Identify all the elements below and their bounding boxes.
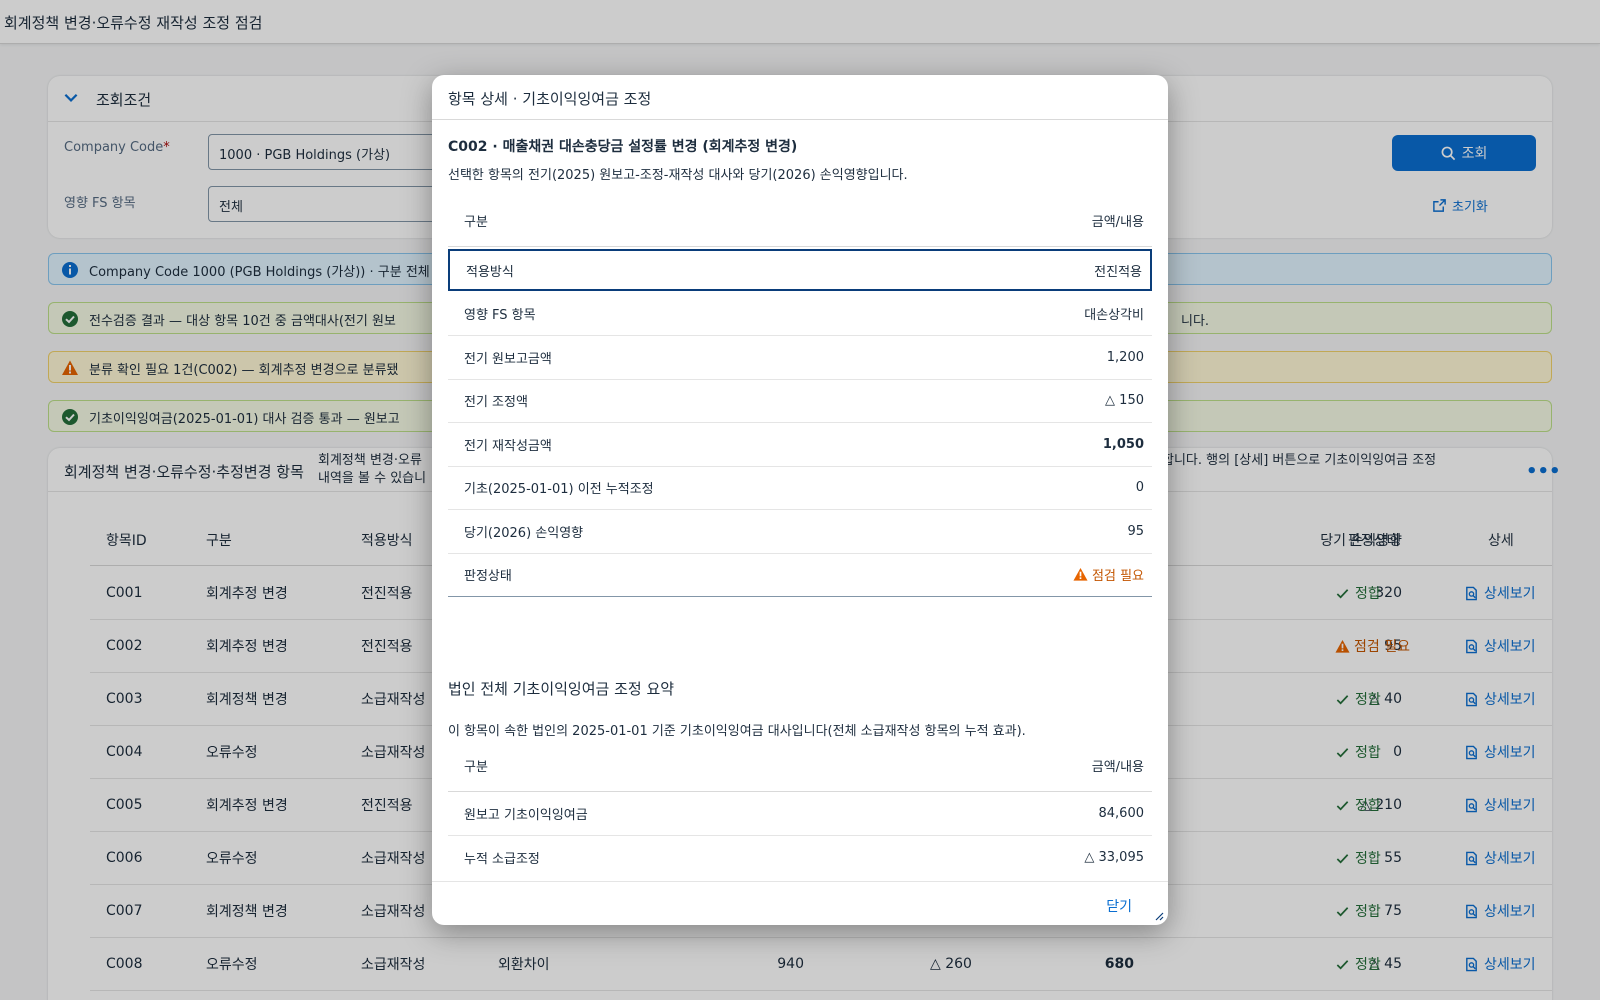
detail-dialog: 항목 상세 · 기초이익잉여금 조정 C002 · 매출채권 대손충당금 설정률… [432, 75, 1168, 925]
detail-value: 0 [1135, 480, 1144, 495]
detail-label: 전기 재작성금액 [464, 438, 552, 454]
item-description: 선택한 항목의 전기(2025) 원보고-조정-재작성 대사와 당기(2026)… [448, 168, 908, 183]
detail-row[interactable]: 기초(2025-01-01) 이전 누적조정 0 [448, 466, 1152, 510]
summary-label: 누적 소급조정 [464, 851, 540, 867]
detail-row[interactable]: 판정상태 점검 필요 [448, 553, 1152, 597]
detail-value-status: 점검 필요 [1073, 553, 1144, 596]
detail-row[interactable]: 전기 원보고금액 1,200 [448, 336, 1152, 380]
detail-value: 1,050 [1102, 436, 1144, 452]
dialog-footer: 닫기 [432, 881, 1168, 925]
detail-value: 전진적용 [1094, 264, 1142, 280]
detail-label: 전기 원보고금액 [464, 351, 552, 367]
detail-value: △ 150 [1105, 393, 1144, 408]
detail-row[interactable]: 전기 재작성금액 1,050 [448, 423, 1152, 467]
warning-icon [1073, 567, 1088, 581]
dialog-header: 항목 상세 · 기초이익잉여금 조정 [432, 75, 1168, 120]
item-title: C002 · 매출채권 대손충당금 설정률 변경 (회계추정 변경) [448, 139, 798, 155]
detail-row[interactable]: 영향 FS 항목 대손상각비 [448, 292, 1152, 336]
detail-label: 영향 FS 항목 [464, 308, 536, 323]
detail-row[interactable]: 적용방식 전진적용 [448, 249, 1152, 291]
close-button[interactable]: 닫기 [1106, 896, 1132, 916]
summary-table-header: 구분 금액/내용 [448, 740, 1152, 792]
detail-row[interactable]: 전기 조정액 △ 150 [448, 379, 1152, 423]
detail-label: 당기(2026) 손익영향 [464, 525, 584, 541]
detail-label: 적용방식 [466, 264, 514, 280]
dialog-body[interactable]: C002 · 매출채권 대손충당금 설정률 변경 (회계추정 변경) 선택한 항… [432, 120, 1168, 876]
summary-description: 이 항목이 속한 법인의 2025-01-01 기준 기초이익잉여금 대사입니다… [448, 724, 1026, 739]
summary-row[interactable]: 원보고 기초이익잉여금 84,600 [448, 792, 1152, 836]
detail-row[interactable]: 당기(2026) 손익영향 95 [448, 510, 1152, 554]
dialog-title: 항목 상세 · 기초이익잉여금 조정 [448, 90, 652, 108]
summary-col-label: 구분 [464, 760, 488, 775]
detail-label: 기초(2025-01-01) 이전 누적조정 [464, 482, 654, 497]
detail-value: 대손상각비 [1084, 308, 1144, 323]
summary-row[interactable]: 누적 소급조정 △ 33,095 [448, 836, 1152, 877]
summary-value: 84,600 [1098, 806, 1145, 821]
summary-label: 원보고 기초이익잉여금 [464, 808, 588, 823]
summary-col-value: 금액/내용 [1091, 760, 1144, 775]
summary-value: △ 33,095 [1084, 849, 1144, 865]
detail-label: 전기 조정액 [464, 395, 528, 410]
detail-value: 1,200 [1106, 349, 1144, 365]
detail-label: 판정상태 [464, 569, 512, 584]
summary-title: 법인 전체 기초이익잉여금 조정 요약 [448, 680, 675, 698]
detail-col-label: 구분 [464, 215, 488, 230]
detail-table-header: 구분 금액/내용 [448, 195, 1152, 247]
detail-value: 95 [1127, 523, 1144, 539]
resize-handle-icon[interactable] [1154, 911, 1164, 921]
detail-col-value: 금액/내용 [1091, 215, 1144, 230]
